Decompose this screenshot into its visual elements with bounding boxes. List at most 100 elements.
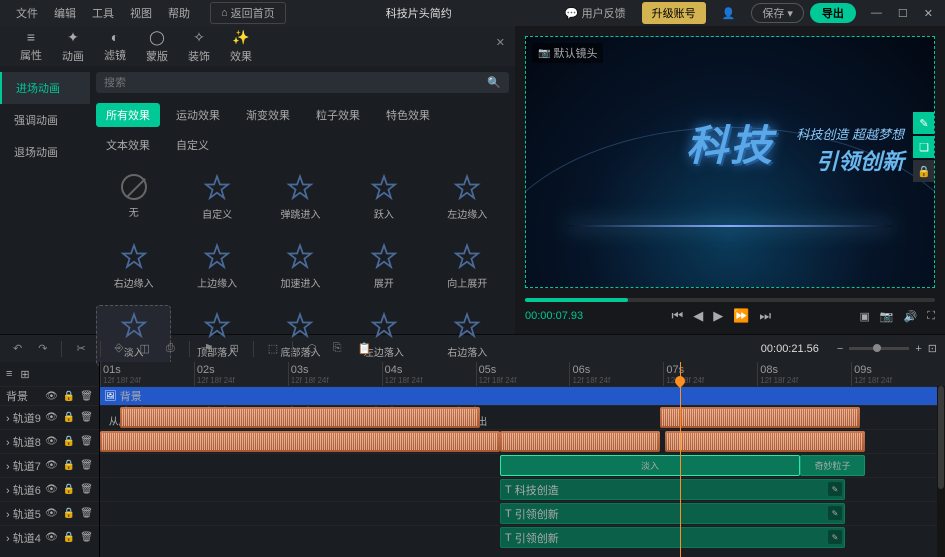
step-back-button[interactable]: ◀ [693,308,703,324]
bg-clip[interactable]: 🖼 背景 [100,387,945,405]
delete-icon[interactable]: 🗑 [80,508,93,519]
visibility-icon[interactable]: 👁 [45,508,58,519]
sidebar-enter-animation[interactable]: 进场动画 [0,72,90,104]
track-6-label[interactable]: › 轨道6👁🔒🗑 [0,477,99,501]
preview-canvas[interactable]: 📷 默认镜头 科技 科技创造 超越梦想 引领创新 ✎ ❏ 🔒 [525,36,935,288]
effect-加速进入[interactable]: 加速进入 [263,236,338,297]
delete-icon[interactable]: 🗑 [80,484,93,495]
delete-icon[interactable]: 🗑 [80,391,93,402]
visibility-icon[interactable]: 👁 [45,391,58,402]
lock-icon[interactable]: 🔒 [63,412,75,423]
audio-clip[interactable] [120,407,480,428]
zoom-out-button[interactable]: − [837,343,843,355]
lock-button[interactable]: ⬡ [302,339,322,358]
track-6[interactable]: T科技创造✎ [100,477,945,501]
audio-clip[interactable] [660,407,860,428]
group-button[interactable]: ⬚ [263,339,283,358]
prev-frame-button[interactable]: ⏮ [672,308,684,324]
volume-icon[interactable]: 🔊 [904,310,918,323]
tool-layer[interactable]: ❏ [913,136,935,158]
edit-icon[interactable]: ✎ [828,506,842,520]
timeline-menu-icon[interactable]: ≡ [6,368,12,380]
filter-special[interactable]: 特色效果 [376,103,440,127]
visibility-icon[interactable]: 👁 [45,412,58,423]
crop-icon[interactable]: ▣ [859,310,869,323]
preview-progress[interactable] [525,298,935,302]
text-clip-lead2[interactable]: T引领创新✎ [500,527,845,548]
playhead[interactable] [680,362,681,557]
filter-text[interactable]: 文本效果 [96,133,160,157]
zoom-slider[interactable] [849,347,909,350]
fullscreen-icon[interactable]: ⛶ [927,310,935,323]
paste-button[interactable]: 📋 [353,339,377,358]
track-7[interactable]: 淡入 奇妙粒子 [100,453,945,477]
track-bg[interactable]: 🖼 背景 [100,386,945,405]
track-4-label[interactable]: › 轨道4👁🔒🗑 [0,525,99,549]
track-9-label[interactable]: › 轨道9👁🔒🗑 [0,405,99,429]
redo-button[interactable]: ↷ [33,339,52,358]
menu-tool[interactable]: 工具 [84,5,122,21]
close-panel-button[interactable]: ✕ [496,36,505,49]
timeline-ruler[interactable]: 01s12f 18f 24f02s12f 18f 24f03s12f 18f 2… [100,362,945,386]
delete-icon[interactable]: 🗑 [80,460,93,471]
crop-tool-button[interactable]: ◫ [134,339,154,358]
effect-自定义[interactable]: 自定义 [179,167,254,228]
effect-跃入[interactable]: 跃入 [346,167,421,228]
particle-clip[interactable]: 奇妙粒子 [800,455,865,476]
effect-弹跳进入[interactable]: 弹跳进入 [263,167,338,228]
edit-icon[interactable]: ✎ [828,482,842,496]
effect-右边缘入[interactable]: 右边缘入 [96,236,171,297]
visibility-icon[interactable]: 👁 [45,532,58,543]
delete-icon[interactable]: 🗑 [80,436,93,447]
snapshot-icon[interactable]: 📷 [880,310,894,323]
maximize-button[interactable]: ☐ [894,5,912,22]
audio-clip[interactable] [100,431,500,452]
visibility-icon[interactable]: 👁 [45,484,58,495]
track-5-label[interactable]: › 轨道5👁🔒🗑 [0,501,99,525]
tab-filter[interactable]: ◐滤镜 [94,25,136,67]
close-button[interactable]: ✕ [920,5,937,22]
audio-clip[interactable] [500,431,660,452]
lock-icon[interactable]: 🔒 [63,532,75,543]
track-8[interactable] [100,429,945,453]
text-clip-lead[interactable]: T引领创新✎ [500,503,845,524]
split-button[interactable]: ⎆ [110,339,129,358]
minimize-button[interactable]: — [867,5,886,22]
lock-icon[interactable]: 🔒 [63,436,75,447]
visibility-icon[interactable]: 👁 [45,460,58,471]
back-home-button[interactable]: ⌂返回首页 [210,2,286,24]
lock-icon[interactable]: 🔒 [63,391,75,402]
zoom-in-button[interactable]: + [915,343,921,355]
lock-icon[interactable]: 🔒 [63,484,75,495]
text-clip-tech[interactable]: T科技创造✎ [500,479,845,500]
effect-向上展开[interactable]: 向上展开 [430,236,505,297]
tab-decorate[interactable]: ✧装饰 [178,25,220,68]
track-bg-label[interactable]: 背景👁🔒🗑 [0,386,99,405]
timeline-scrollbar[interactable] [937,386,945,557]
tab-attributes[interactable]: ≡属性 [10,25,52,67]
menu-edit[interactable]: 编辑 [46,5,84,21]
filter-all[interactable]: 所有效果 [96,103,160,127]
sidebar-emphasis-animation[interactable]: 强调动画 [0,104,90,136]
delete-icon[interactable]: 🗑 [80,412,93,423]
save-button[interactable]: 保存 ▾ [751,3,804,23]
tool-lock[interactable]: 🔒 [913,160,935,182]
undo-button[interactable]: ↶ [8,339,27,358]
upgrade-button[interactable]: 升级账号 [642,2,706,24]
feedback-button[interactable]: 💬用户反馈 [555,2,636,24]
menu-help[interactable]: 帮助 [160,5,198,21]
trim-button[interactable]: ⎙ [161,339,180,358]
tab-effect[interactable]: ✨效果 [220,25,262,68]
filter-custom[interactable]: 自定义 [166,133,219,157]
search-input[interactable] [104,77,487,89]
copy-button[interactable]: ⎘ [328,339,347,358]
track-5[interactable]: T引领创新✎ [100,501,945,525]
user-icon[interactable]: 👤 [712,4,746,23]
effect-左边缘入[interactable]: 左边缘入 [430,167,505,228]
zoom-fit-button[interactable]: ⊡ [928,342,937,355]
menu-view[interactable]: 视图 [122,5,160,21]
lock-icon[interactable]: 🔒 [63,508,75,519]
delete-icon[interactable]: 🗑 [80,532,93,543]
marker-button[interactable]: ⚑ [199,339,219,358]
timeline-settings-icon[interactable]: ⊞ [20,368,29,381]
